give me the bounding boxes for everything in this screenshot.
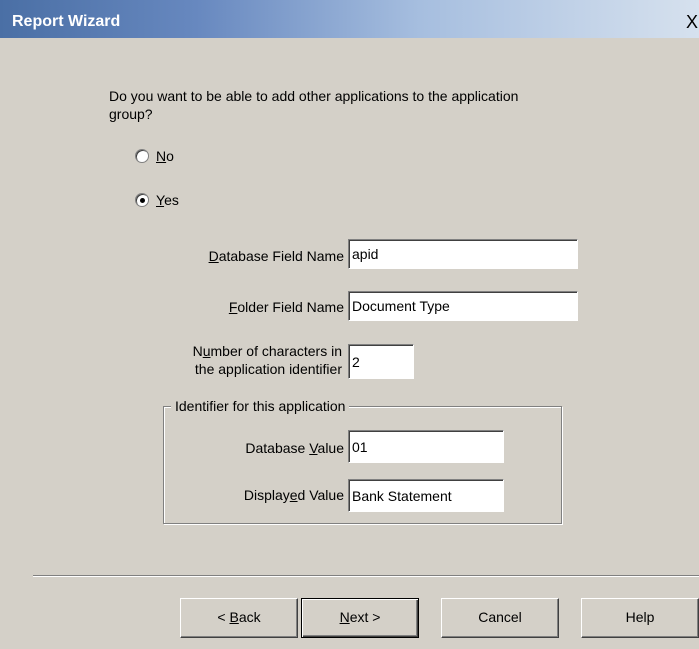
next-button[interactable]: Next > <box>301 598 419 638</box>
folder-field-name-label: Folder Field Name <box>228 299 344 315</box>
displayed-value-input[interactable] <box>348 479 504 512</box>
number-of-characters-label: Number of characters in the application … <box>120 342 342 378</box>
radio-no-button[interactable] <box>135 149 149 163</box>
back-button[interactable]: < Back <box>180 598 298 638</box>
folder-field-name-input[interactable] <box>348 291 578 321</box>
window-title: Report Wizard <box>12 13 121 30</box>
radio-no-label: No <box>156 148 174 164</box>
radio-selected-dot <box>140 198 145 203</box>
displayed-value-label: Displayed Value <box>243 487 344 503</box>
number-of-characters-label-line2: the application identifier <box>194 361 342 377</box>
separator-highlight <box>33 576 699 577</box>
identifier-group-title: Identifier for this application <box>171 398 350 414</box>
question-text: Do you want to be able to add other appl… <box>109 88 519 122</box>
number-of-characters-input[interactable] <box>348 344 414 379</box>
cancel-button[interactable]: Cancel <box>441 598 559 638</box>
database-field-name-label: Database Field Name <box>208 248 344 264</box>
database-field-name-input[interactable] <box>348 239 578 269</box>
radio-yes-label: Yes <box>156 192 179 208</box>
title-bar[interactable]: Report Wizard X <box>0 0 699 38</box>
close-icon[interactable]: X <box>683 12 699 32</box>
help-button[interactable]: Help <box>581 598 699 638</box>
number-of-characters-label-line1: Number of characters in <box>192 343 342 359</box>
database-value-label: Database Value <box>245 440 344 456</box>
radio-yes-button[interactable] <box>135 193 149 207</box>
report-wizard-dialog: Report Wizard X Do you want to be able t… <box>0 0 699 649</box>
database-value-input[interactable] <box>348 430 504 463</box>
